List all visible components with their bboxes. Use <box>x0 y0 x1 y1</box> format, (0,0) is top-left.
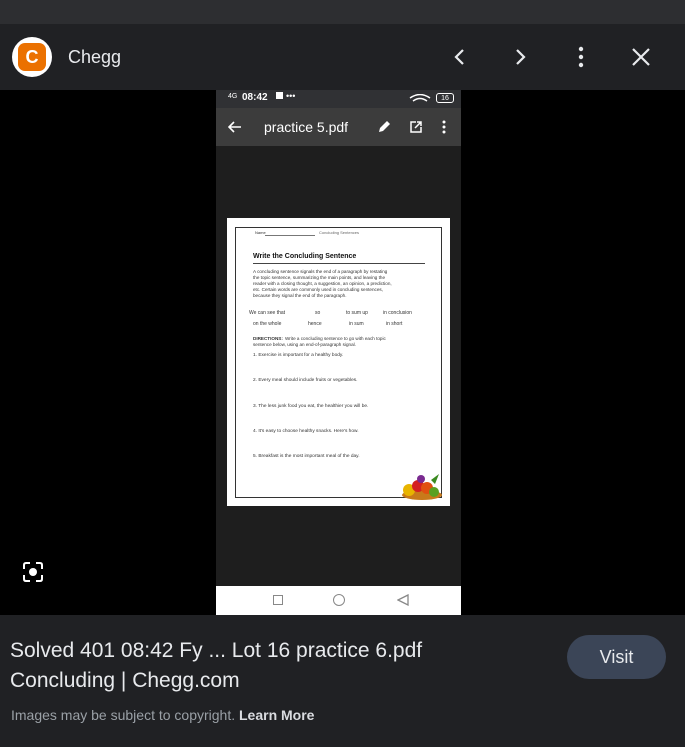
logo-letter: C <box>18 43 46 71</box>
signal-word: in conclusion <box>383 310 412 316</box>
site-name[interactable]: Chegg <box>68 46 121 68</box>
chegg-logo[interactable]: C <box>12 37 52 77</box>
copyright-notice: Images may be subject to copyright. Lear… <box>11 706 314 724</box>
wifi-icon <box>409 94 431 102</box>
copyright-text: Images may be subject to copyright. <box>11 707 236 723</box>
intro-line: because they signal the end of the parag… <box>253 293 347 298</box>
learn-more-link[interactable]: Learn More <box>239 707 314 723</box>
image-viewer: C Chegg 4G 08:42 ••• 16 practice 5.pdf N… <box>0 0 685 747</box>
signal-word: to sum up <box>346 310 368 316</box>
signal-word: We can see that <box>249 310 286 316</box>
intro-line: etc. Certain words are commonly used in … <box>253 287 383 292</box>
back-arrow-icon[interactable] <box>228 121 242 133</box>
intro-line: the topic sentence, summarizing the main… <box>253 275 386 280</box>
status-time: 08:42 <box>242 92 268 103</box>
pdf-page: Name Concluding Sentences Write the Conc… <box>227 218 450 506</box>
result-title[interactable]: Solved 401 08:42 Fy ... Lot 16 practice … <box>10 636 530 696</box>
fruit-basket-image <box>402 474 442 500</box>
lens-icon <box>23 562 43 582</box>
home-circle-icon[interactable] <box>333 594 345 606</box>
signal-word: hence <box>308 321 322 327</box>
facebook-icon <box>276 92 283 99</box>
chevron-left-icon <box>454 49 464 65</box>
exercise-item: 5. Breakfast is the most important meal … <box>253 454 360 459</box>
next-button[interactable] <box>503 40 537 74</box>
open-external-icon[interactable] <box>409 120 423 134</box>
directions-line: Write a concluding sentence to go with e… <box>285 336 386 341</box>
more-options-button[interactable] <box>564 40 598 74</box>
android-nav-bar <box>216 586 461 615</box>
signal-word: so <box>315 310 321 316</box>
previous-button[interactable] <box>443 40 477 74</box>
google-lens-button[interactable] <box>18 557 48 587</box>
signal-word: in short <box>386 321 403 327</box>
chevron-right-icon <box>516 49 526 65</box>
status-bar: 4G 08:42 ••• 16 <box>216 90 461 108</box>
edit-pencil-icon[interactable] <box>377 120 391 134</box>
network-label: 4G <box>228 93 238 100</box>
worksheet-topic: Concluding Sentences <box>319 230 360 235</box>
signal-word: in sum <box>349 321 364 327</box>
result-title-line: Solved 401 08:42 Fy ... Lot 16 practice … <box>10 639 423 662</box>
exercise-item: 1. Exercise is important for a healthy b… <box>253 353 344 358</box>
battery-indicator: 16 <box>436 93 454 103</box>
pdf-app-bar: practice 5.pdf <box>216 108 461 146</box>
signal-word: on the whole <box>253 321 282 327</box>
pdf-title: practice 5.pdf <box>264 119 349 135</box>
intro-line: reader with a closing thought, a suggest… <box>253 281 392 286</box>
menu-dots-icon[interactable] <box>442 120 446 134</box>
more-vert-icon <box>578 46 584 68</box>
worksheet-heading: Write the Concluding Sentence <box>253 253 357 260</box>
name-line <box>265 235 315 236</box>
heading-underline <box>253 263 425 264</box>
intro-line: A concluding sentence signals the end of… <box>253 269 388 274</box>
close-icon <box>632 48 650 66</box>
close-button[interactable] <box>624 40 658 74</box>
directions-line: sentence below, using an end-of-paragrap… <box>253 342 356 347</box>
directions-label: DIRECTIONS: <box>253 336 283 341</box>
exercise-item: 2. Every meal should include fruits or v… <box>253 378 358 383</box>
recent-apps-icon[interactable] <box>273 595 283 605</box>
exercise-item: 4. It's easy to choose healthy snacks. H… <box>253 429 359 434</box>
status-extra: ••• <box>286 91 296 101</box>
result-title-line: Concluding | Chegg.com <box>10 669 240 692</box>
phone-screenshot[interactable]: 4G 08:42 ••• 16 practice 5.pdf Name Conc… <box>216 90 461 615</box>
back-triangle-icon[interactable] <box>397 594 409 606</box>
exercise-item: 3. The less junk food you eat, the healt… <box>253 404 369 409</box>
top-strip <box>0 0 685 24</box>
visit-button[interactable]: Visit <box>567 635 666 679</box>
